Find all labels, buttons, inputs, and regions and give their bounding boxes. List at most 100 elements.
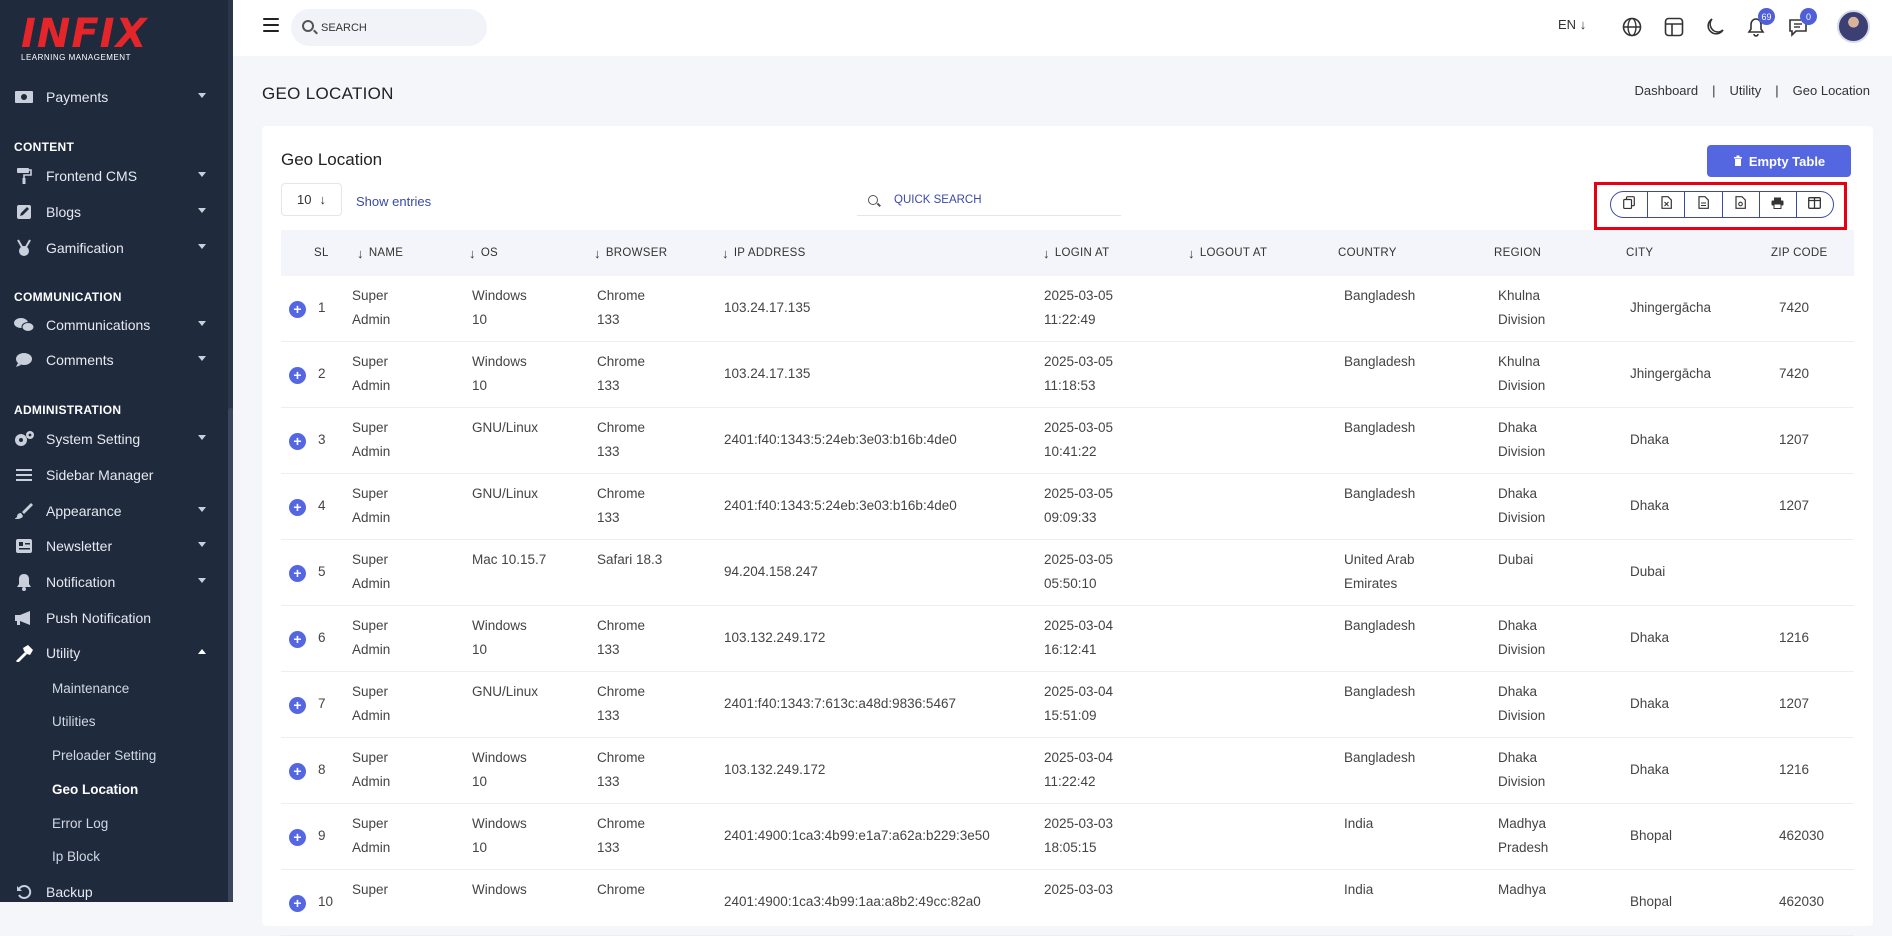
language-selector[interactable]: EN ↓ [1558, 17, 1586, 32]
table-row[interactable]: +3 Super Admin GNU/Linux Chrome 133 2401:f40:1… [281, 408, 1854, 474]
sidebar-item-blogs[interactable]: Blogs [0, 196, 228, 228]
sidebar-item-system-setting[interactable]: System Setting [0, 423, 228, 455]
column-header-name[interactable]: ↓ NAME [357, 230, 403, 276]
sidebar-subitem-maintenance[interactable]: Maintenance [52, 681, 129, 696]
cell-zip-code: 462030 [1779, 894, 1825, 909]
sidebar-subitem-ip-block[interactable]: Ip Block [52, 849, 100, 864]
column-header-ip-address[interactable]: ↓ IP ADDRESS [722, 230, 806, 276]
cell-zip-code: 7420 [1779, 300, 1810, 315]
table-row[interactable]: +5 Super Admin Mac 10.15.7 Safari 18.3 94.204… [281, 540, 1854, 606]
quick-search-input[interactable] [892, 183, 1112, 216]
cell-browser-line2: 133 [597, 642, 620, 657]
sidebar-section-content: CONTENT [14, 140, 75, 154]
sort-arrow-icon: ↓ [722, 245, 729, 261]
cell-ip-address: 2401:4900:1ca3:4b99:1aa:a8b2:49cc:82a0 [724, 894, 981, 909]
sidebar-item-notification[interactable]: Notification [0, 566, 228, 598]
expand-row-icon[interactable]: + [289, 565, 306, 582]
sidebar-item-comments[interactable]: Comments [0, 344, 228, 376]
sidebar-item-utility[interactable]: Utility [0, 637, 228, 669]
column-visibility-button[interactable] [1797, 192, 1833, 217]
moon-icon[interactable] [1704, 16, 1726, 38]
sidebar-item-sidebar-manager[interactable]: Sidebar Manager [0, 459, 228, 491]
csv-export-button[interactable] [1685, 192, 1723, 217]
expand-row-icon[interactable]: + [289, 763, 306, 780]
sidebar-item-newsletter[interactable]: Newsletter [0, 530, 228, 562]
messages-icon[interactable]: 0 [1787, 8, 1817, 38]
sidebar-item-appearance[interactable]: Appearance [0, 495, 228, 527]
table-row[interactable]: +6 Super Admin Windows 10 Chrome 133 103.132.24… [281, 606, 1854, 672]
menu-toggle-icon[interactable] [263, 18, 279, 32]
megaphone-icon [13, 609, 35, 627]
column-label: SL [314, 247, 329, 259]
expand-row-icon[interactable]: + [289, 829, 306, 846]
search-input[interactable] [319, 9, 479, 46]
expand-row-icon[interactable]: + [289, 895, 306, 912]
layout-icon[interactable] [1663, 16, 1685, 38]
sidebar-subitem-preloader-setting[interactable]: Preloader Setting [52, 748, 156, 763]
cell-ip-address: 103.24.17.135 [724, 300, 811, 315]
entries-length-select[interactable]: 10 ↓ [281, 183, 342, 216]
expand-row-icon[interactable]: + [289, 367, 306, 384]
cell-region-line2: Division [1498, 774, 1546, 789]
column-header-os[interactable]: ↓ OS [469, 230, 498, 276]
table-row[interactable]: +8 Super Admin Windows 10 Chrome 133 103.132.24… [281, 738, 1854, 804]
pdf-export-button[interactable] [1723, 192, 1760, 217]
excel-export-button[interactable] [1648, 192, 1686, 217]
table-row[interactable]: +9 Super Admin Windows 10 Chrome 133 2401:4900:… [281, 804, 1854, 870]
sidebar-item-communications[interactable]: Communications [0, 309, 228, 341]
sidebar-subitem-utilities[interactable]: Utilities [52, 714, 96, 729]
expand-row-icon[interactable]: + [289, 301, 306, 318]
column-header-region[interactable]: REGION [1494, 230, 1541, 276]
notification-count-badge: 69 [1758, 8, 1775, 25]
globe-icon[interactable] [1621, 16, 1643, 38]
expand-row-icon[interactable]: + [289, 499, 306, 516]
notification-bell-icon[interactable]: 69 [1745, 8, 1775, 38]
sidebar-scrollbar[interactable] [228, 0, 233, 902]
table-row[interactable]: +7 Super Admin GNU/Linux Chrome 133 2401:f40:1… [281, 672, 1854, 738]
breadcrumb-utility[interactable]: Utility [1729, 83, 1761, 98]
sidebar-scroll-thumb[interactable] [228, 408, 233, 902]
sidebar-item-frontend-cms[interactable]: Frontend CMS [0, 160, 228, 192]
cell-login-at-line1: 2025-03-04 [1044, 750, 1114, 765]
column-header-browser[interactable]: ↓ BROWSER [594, 230, 667, 276]
breadcrumb-dashboard[interactable]: Dashboard [1634, 83, 1698, 98]
table-row[interactable]: +4 Super Admin GNU/Linux Chrome 133 2401:f40:1… [281, 474, 1854, 540]
sort-arrow-icon: ↓ [594, 245, 601, 261]
column-header-logout-at[interactable]: ↓ LOGOUT AT [1188, 230, 1267, 276]
cell-browser-line1: Chrome [597, 486, 646, 501]
column-header-login-at[interactable]: ↓ LOGIN AT [1043, 230, 1109, 276]
cell-city: Dhaka [1630, 762, 1670, 777]
sidebar-item-backup[interactable]: Backup [0, 876, 228, 902]
table-row[interactable]: +1 Super Admin Windows 10 Chrome 133 103.24.17.… [281, 276, 1854, 342]
sidebar-item-gamification[interactable]: Gamification [0, 232, 228, 264]
cell-name: Super Admin [352, 614, 390, 662]
cell-country: Bangladesh [1344, 416, 1415, 440]
column-header-city[interactable]: CITY [1626, 230, 1653, 276]
sidebar-item-payments[interactable]: Payments [0, 81, 228, 113]
expand-row-icon[interactable]: + [289, 697, 306, 714]
cell-name: Super Admin [352, 746, 390, 794]
sidebar-subitem-geo-location[interactable]: Geo Location [52, 782, 138, 797]
avatar[interactable] [1837, 10, 1870, 43]
newsletter-icon [13, 537, 35, 555]
cell-country-line1: Bangladesh [1344, 750, 1416, 765]
column-header-sl[interactable]: SL [314, 230, 329, 276]
column-header-country[interactable]: COUNTRY [1338, 230, 1397, 276]
expand-row-icon[interactable]: + [289, 433, 306, 450]
sidebar-subitem-error-log[interactable]: Error Log [52, 816, 108, 831]
cell-name-line1: Super [352, 420, 389, 435]
table-row[interactable]: +10 Super Windows Chrome 2401:4900:1ca3:4b99… [281, 870, 1854, 936]
print-button[interactable] [1760, 192, 1797, 217]
copy-button[interactable] [1611, 192, 1649, 217]
cell-region: Madhya [1498, 878, 1546, 902]
cell-country: Bangladesh [1344, 680, 1415, 704]
column-header-zip-code[interactable]: ZIP CODE [1771, 230, 1828, 276]
chat-icon [13, 316, 35, 334]
table-row[interactable]: +2 Super Admin Windows 10 Chrome 133 103.24.17.… [281, 342, 1854, 408]
empty-table-button[interactable]: Empty Table [1707, 145, 1851, 177]
logo[interactable]: INFIX LEARNING MANAGEMENT [21, 14, 146, 66]
cell-sl: 9 [318, 828, 326, 843]
cell-name-line2: Admin [352, 576, 391, 591]
expand-row-icon[interactable]: + [289, 631, 306, 648]
sidebar-item-push-notification[interactable]: Push Notification [0, 602, 228, 634]
